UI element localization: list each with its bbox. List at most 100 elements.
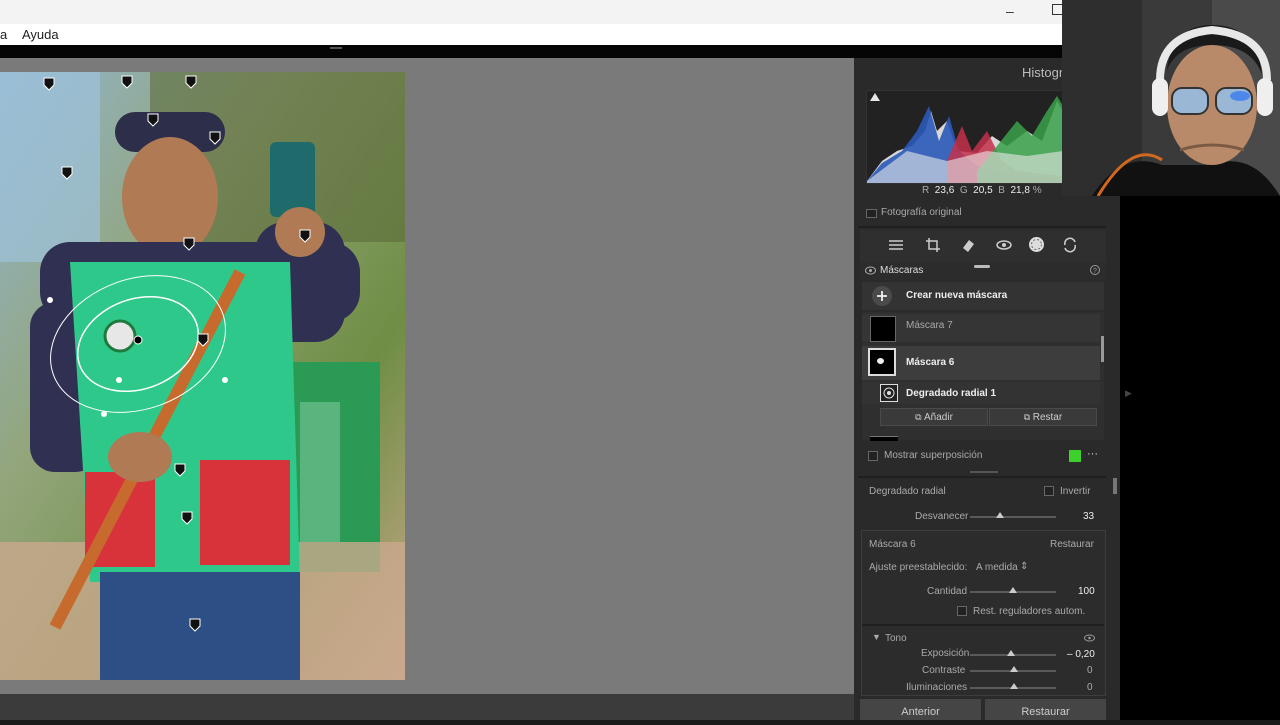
clipping-warning-icon[interactable] [870,93,880,101]
radial-settings-title: Degradado radial [869,486,946,497]
feather-value[interactable]: 33 [1083,511,1094,522]
amount-value[interactable]: 100 [1078,586,1095,597]
highlights-value[interactable]: 0 [1087,682,1093,693]
overlay-label: Mostrar superposición [884,450,983,461]
mask7-label[interactable]: Máscara 7 [906,320,953,331]
svg-text:?: ? [1093,268,1097,275]
mask-list-scrollbar[interactable] [1101,336,1104,362]
amount-slider-knob[interactable] [1009,587,1017,593]
mask6-label[interactable]: Máscara 6 [906,357,954,368]
previous-button-label: Anterior [901,706,940,718]
mask6-settings-title: Máscara 6 [869,539,916,550]
invert-label: Invertir [1060,486,1091,497]
histogram-graph [867,93,1063,183]
b-label: B [998,185,1005,196]
subtract-icon: ⧉ [1023,412,1033,422]
tone-title[interactable]: Tono [885,633,907,644]
presets-icon[interactable] [1062,237,1078,253]
divider [862,624,1104,626]
r-value: 23,6 [934,185,955,196]
next-mask-thumbnail [870,436,898,441]
tone-eye-icon[interactable] [1084,634,1095,642]
contrast-label: Contraste [922,665,966,676]
subtract-button[interactable]: ⧉ Restar [989,408,1097,426]
panel-scrollbar[interactable] [1113,478,1117,494]
highlights-label: Iluminaciones [906,682,968,693]
mask6-row[interactable] [862,346,1100,380]
menu-item-ayuda[interactable]: Ayuda [22,27,59,42]
canvas-status-bar [0,694,854,720]
menu-item-a[interactable]: a [0,27,7,42]
scroll-grip[interactable] [974,265,990,268]
reset-mask-button[interactable]: Restaurar [1050,539,1094,550]
feather-label: Desvanecer [915,511,969,522]
overlay-checkbox[interactable] [868,451,878,461]
histogram-title: Histogr [1022,65,1064,80]
tone-collapse-icon[interactable]: ▼ [872,632,881,642]
add-button-label: Añadir [924,412,953,423]
original-photo-label: Fotografía original [881,207,962,218]
add-mask-icon[interactable] [871,285,893,307]
exposure-label: Exposición [921,648,970,659]
exposure-slider-knob[interactable] [1007,650,1015,656]
more-options-icon[interactable]: ··· [1087,448,1098,460]
preset-chevron-icon[interactable]: ⇕ [1020,561,1028,572]
mask7-thumbnail [870,316,896,342]
subtract-button-label: Restar [1032,412,1063,423]
panel-grip[interactable] [970,471,998,473]
invert-checkbox[interactable] [1044,486,1054,496]
crop-icon[interactable] [925,237,941,253]
minimize-icon[interactable]: – [1006,3,1014,19]
overlay-color-swatch[interactable] [1069,450,1081,462]
tool-indicators [890,258,1070,260]
histogram [866,90,1064,184]
radial-gradient-icon [880,384,898,402]
collapse-arrow-icon[interactable]: ▶ [1125,388,1132,399]
handle-icon[interactable] [330,47,342,49]
reset-all-button[interactable]: Restaurar [985,699,1106,720]
create-mask-label[interactable]: Crear nueva máscara [906,290,1007,301]
rgb-readout: R 23,6 G 20,5 B 21,8 % [922,185,1042,196]
mask6-thumbnail [868,348,896,376]
r-label: R [922,185,930,196]
feather-slider[interactable] [970,516,1056,518]
preset-label: Ajuste preestablecido: [869,562,968,573]
desktop-background [1120,196,1280,720]
contrast-value[interactable]: 0 [1087,665,1093,676]
toolbar-strip [0,45,1062,58]
photo-illustration [0,72,405,680]
g-label: G [959,185,968,196]
photo[interactable] [0,72,405,680]
amount-label: Cantidad [927,586,968,597]
menu-bar: a Ayuda [0,24,1062,45]
add-icon: ⧉ [915,412,925,422]
divider [858,476,1106,478]
eye-icon[interactable] [865,266,876,275]
unit: % [1032,185,1042,196]
auto-reset-label: Rest. reguladores autom. [973,606,1086,617]
exposure-value[interactable]: – 0,20 [1067,649,1095,660]
g-value: 20,5 [973,185,993,196]
edit-sliders-icon[interactable] [888,237,904,253]
add-button[interactable]: ⧉ Añadir [880,408,988,426]
masks-title: Máscaras [880,265,924,276]
mask7-row[interactable] [862,314,1100,342]
previous-button[interactable]: Anterior [860,699,981,720]
title-bar: – [0,0,1063,24]
original-photo-checkbox[interactable] [866,209,877,218]
masking-icon[interactable] [1028,236,1045,253]
webcam-video [1062,0,1280,196]
reset-all-button-label: Restaurar [1021,706,1070,718]
auto-reset-checkbox[interactable] [957,606,967,616]
webcam-overlay [1062,0,1280,196]
healing-eraser-icon[interactable] [960,237,976,253]
contrast-slider-knob[interactable] [1010,666,1018,672]
highlights-slider-knob[interactable] [1010,683,1018,689]
divider [858,226,1106,228]
feather-slider-knob[interactable] [996,512,1004,518]
b-value: 21,8 [1010,185,1030,196]
radial-label[interactable]: Degradado radial 1 [906,388,996,399]
preset-select[interactable]: A medida [976,562,1018,573]
red-eye-icon[interactable] [996,237,1012,253]
help-icon[interactable]: ? [1090,265,1100,275]
